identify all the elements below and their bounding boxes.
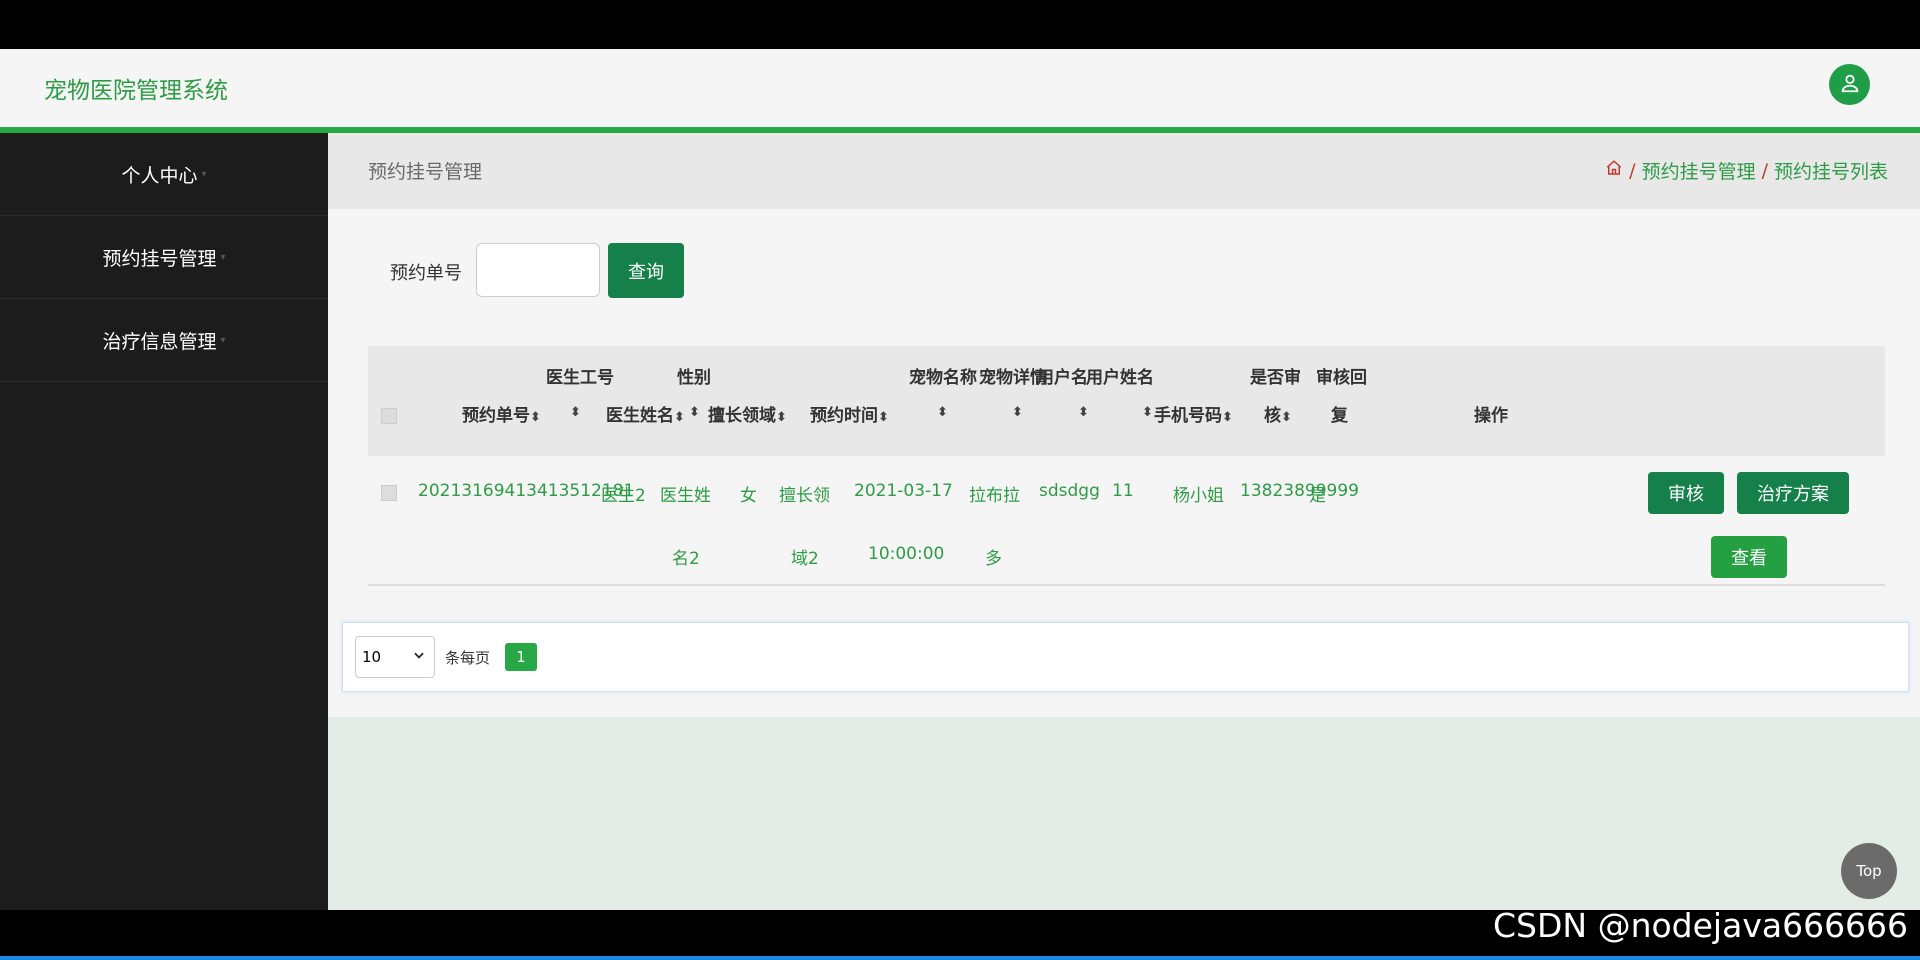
treatment-plan-button[interactable]: 治疗方案 [1737,472,1849,514]
header-booking-no[interactable]: 预约单号⬍ [462,401,541,426]
sidebar-item-treatment-management[interactable]: 治疗信息管理 ▾ [0,299,328,382]
breadcrumb-link[interactable]: 预约挂号管理 [1642,157,1756,184]
cell-gender: 女 [740,486,757,506]
header-user-fullname: 用户姓名 [1086,368,1154,388]
header-actions: 操作 [1474,406,1508,426]
cell-pet-name: 拉布拉 [969,486,1020,506]
sort-icon[interactable]: ⬍ [570,401,581,421]
sidebar-item-label: 治疗信息管理 [102,330,217,353]
search-button[interactable]: 查询 [608,243,684,298]
table-header: 预约单号⬍ 医生工号 ⬍ 医生姓名⬍ 性别 ⬍ 擅长领域⬍ 预约时间⬍ 宠物名称… [368,346,1885,456]
header-doctor-id: 医生工号 [546,368,614,388]
caret-icon: ▾ [220,251,226,263]
cell-doctor-id: 医生2 [601,486,646,506]
review-button[interactable]: 审核 [1648,472,1724,514]
cell-specialty-line2: 域2 [791,549,819,569]
per-page-label: 条每页 [445,649,491,667]
watermark: CSDN @nodejava666666 [1493,906,1909,945]
header-reviewed: 是否审 [1250,368,1301,388]
header-gender: 性别 [677,368,711,388]
row-checkbox[interactable] [381,485,397,501]
search-label: 预约单号 [390,263,462,284]
breadcrumb-current: 预约挂号列表 [1773,161,1888,183]
header-pet-name: 宠物名称 [909,368,977,388]
cell-specialty: 擅长领 [779,486,830,506]
select-all-checkbox[interactable] [381,408,397,424]
sidebar-item-label: 预约挂号管理 [102,247,217,270]
pagination: 10 条每页 1 [342,622,1909,692]
caret-icon: ▾ [220,334,226,346]
search-input[interactable] [476,243,600,297]
cell-booking-time-line2: 10:00:00 [868,544,945,564]
page-header: 预约挂号管理 / 预约挂号管理 / 预约挂号列表 [328,133,1920,209]
top-black-bar [0,0,1920,49]
header-reply: 审核回 [1316,368,1367,388]
table-row: 20213169413413512181 医生2 医生姓 名2 女 擅长领 域2… [368,456,1885,586]
avatar[interactable] [1829,64,1870,105]
header-reply-2: 复 [1331,406,1348,426]
page-title: 预约挂号管理 [368,161,483,183]
back-to-top-button[interactable]: Top [1841,843,1897,899]
header-reviewed-2[interactable]: 核⬍ [1264,401,1292,426]
sort-icon[interactable]: ⬍ [1142,401,1153,421]
chevron-down-icon [412,648,426,666]
sort-icon[interactable]: ⬍ [937,401,948,421]
sidebar-item-booking-management[interactable]: 预约挂号管理 ▾ [0,216,328,299]
sort-icon[interactable]: ⬍ [1078,401,1089,421]
header-phone[interactable]: 手机号码⬍ [1154,401,1233,426]
sidebar-item-personal-center[interactable]: 个人中心 ▾ [0,133,328,216]
cell-pet-name-line2: 多 [985,549,1002,569]
breadcrumb: / 预约挂号管理 / 预约挂号列表 [1605,157,1888,184]
sidebar: 个人中心 ▾ 预约挂号管理 ▾ 治疗信息管理 ▾ [0,133,328,910]
app-title: 宠物医院管理系统 [44,78,228,104]
cell-username: 11 [1112,481,1134,501]
caret-icon: ▾ [201,168,207,180]
cell-pet-detail: sdsdgg [1039,481,1100,501]
header-username: 用户名 [1037,368,1088,388]
cell-doctor-name-line2: 名2 [672,549,700,569]
page-number-button[interactable]: 1 [505,643,537,671]
sidebar-item-label: 个人中心 [121,164,198,187]
content-panel: 预约单号 查询 预约单号⬍ 医生工号 ⬍ 医生姓名⬍ 性别 ⬍ 擅长领域⬍ 预约… [328,209,1920,717]
header-doctor-name[interactable]: 医生姓名⬍ [606,401,685,426]
cell-reviewed: 是 [1309,486,1326,506]
page-size-value: 10 [362,648,382,666]
progress-line [0,956,1920,960]
main-area: 预约挂号管理 / 预约挂号管理 / 预约挂号列表 预约单号 查询 预约单号⬍ 医… [328,133,1920,910]
user-icon [1839,72,1861,98]
header-specialty[interactable]: 擅长领域⬍ [708,401,787,426]
cell-phone: 13823899999 [1240,481,1359,501]
sort-icon[interactable]: ⬍ [1012,401,1023,421]
home-icon[interactable] [1605,159,1623,182]
page-size-select[interactable]: 10 [355,636,435,678]
cell-user-fullname: 杨小姐 [1173,486,1224,506]
view-button[interactable]: 查看 [1711,536,1787,578]
header: 宠物医院管理系统 [0,49,1920,133]
cell-doctor-name: 医生姓 [660,486,711,506]
header-booking-time[interactable]: 预约时间⬍ [810,401,889,426]
cell-booking-time: 2021-03-17 [854,481,953,501]
sort-icon[interactable]: ⬍ [689,401,700,421]
